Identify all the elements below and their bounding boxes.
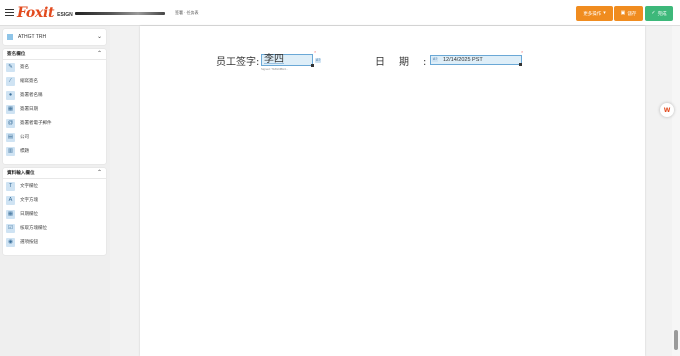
company-icon: ▤ — [6, 132, 15, 142]
save-icon: ▣ — [620, 10, 626, 16]
data-entry-fields-panel: 資料輸入欄位 ⌃ T 文字欄位 A 文字方塊 ▦ 日期欄位 ☑ 核取方塊欄位 ◉… — [3, 168, 106, 255]
save-button[interactable]: ▣ 儲存 — [614, 6, 643, 21]
field-label: 簽署者名稱 — [20, 92, 43, 97]
field-type-tag: A? — [432, 57, 439, 62]
data-panel-title: 資料輸入欄位 — [7, 170, 35, 175]
top-bar: Foxit ESIGN 签署 · 任务表 更多操作 ▾ ▣ 儲存 ✓ 完成 — [0, 0, 680, 26]
field-label: 文字欄位 — [20, 183, 38, 188]
signature-panel-header[interactable]: 簽名欄位 ⌃ — [3, 49, 106, 60]
document-page: 员工签字: 李四 A? × Signed: T4ZGNBH4... 日期: A?… — [140, 26, 645, 356]
logo: Foxit ESIGN — [17, 5, 73, 21]
field-label: 簽名 — [20, 64, 29, 69]
more-actions-button[interactable]: 更多操作 ▾ — [576, 6, 613, 21]
signature-caption: Signed: T4ZGNBH4... — [261, 67, 289, 71]
logo-text: Foxit — [17, 5, 55, 21]
date-value: 12/14/2025 PST — [443, 57, 483, 63]
delete-field-icon[interactable]: × — [314, 50, 316, 54]
chevron-up-icon: ⌃ — [96, 51, 102, 57]
resize-handle-icon[interactable] — [519, 63, 522, 66]
field-initials[interactable]: ⁄ 縮寫簽名 — [3, 74, 106, 88]
date-field-icon: ▦ — [6, 209, 15, 219]
calendar-icon: ▦ — [6, 104, 15, 114]
field-label: 簽署日期 — [20, 106, 38, 111]
field-signature[interactable]: ✎ 簽名 — [3, 60, 106, 74]
initials-icon: ⁄ — [6, 76, 15, 86]
field-label: 選項按鈕 — [20, 239, 38, 244]
done-label: 完成 — [657, 10, 667, 16]
title-icon: ▥ — [6, 146, 15, 156]
chevron-down-icon: ⌄ — [96, 34, 102, 40]
field-date[interactable]: ▦ 日期欄位 — [3, 207, 106, 221]
field-company[interactable]: ▤ 公司 — [3, 130, 106, 144]
field-text[interactable]: T 文字欄位 — [3, 179, 106, 193]
menu-icon[interactable] — [5, 9, 14, 16]
sidebar: ATHGT TRH ⌄ 簽名欄位 ⌃ ✎ 簽名 ⁄ 縮寫簽名 ● 簽署者名稱 ▦… — [0, 26, 110, 356]
signature-value: 李四 — [264, 54, 284, 65]
signature-field[interactable]: 李四 — [261, 54, 313, 66]
date-field[interactable]: A? 12/14/2025 PST — [430, 55, 522, 65]
radio-icon: ◉ — [6, 237, 15, 247]
person-icon: ● — [6, 90, 15, 100]
field-label: 日期欄位 — [20, 211, 38, 216]
resize-handle-icon[interactable] — [311, 64, 314, 67]
thumb-up-icon: ✓ — [651, 10, 656, 16]
field-label: 公司 — [20, 134, 29, 139]
recipient-color-swatch — [7, 34, 13, 40]
field-label: 核取方塊欄位 — [20, 225, 47, 230]
data-panel-header[interactable]: 資料輸入欄位 ⌃ — [3, 168, 106, 179]
done-button[interactable]: ✓ 完成 — [645, 6, 673, 21]
helper-logo-icon: W — [663, 106, 671, 114]
checkbox-icon: ☑ — [6, 223, 15, 233]
recipient-selector[interactable]: ATHGT TRH ⌄ — [3, 29, 106, 45]
field-type-tag: A? — [315, 58, 322, 63]
chevron-down-icon: ▾ — [603, 10, 606, 16]
field-title[interactable]: ▥ 標題 — [3, 144, 106, 158]
text-box-icon: A — [6, 195, 15, 205]
field-label: 標題 — [20, 148, 29, 153]
redacted-document-title — [75, 12, 165, 15]
employee-signature-label: 员工签字: — [216, 57, 260, 68]
pen-icon: ✎ — [6, 62, 15, 72]
at-icon: @ — [6, 118, 15, 128]
vertical-scrollbar[interactable] — [672, 26, 680, 356]
signature-panel-title: 簽名欄位 — [7, 51, 26, 56]
field-radio[interactable]: ◉ 選項按鈕 — [3, 235, 106, 249]
logo-suffix: ESIGN — [57, 12, 73, 18]
delete-field-icon[interactable]: × — [521, 50, 523, 54]
field-label: 縮寫簽名 — [20, 78, 38, 83]
scrollbar-thumb[interactable] — [674, 330, 678, 350]
save-label: 儲存 — [627, 10, 637, 16]
more-actions-label: 更多操作 — [583, 10, 602, 16]
recipient-name: ATHGT TRH — [18, 34, 47, 40]
signature-fields-panel: 簽名欄位 ⌃ ✎ 簽名 ⁄ 縮寫簽名 ● 簽署者名稱 ▦ 簽署日期 @ 簽署者電… — [3, 49, 106, 164]
floating-helper-button[interactable]: W — [660, 103, 674, 117]
field-signer-email[interactable]: @ 簽署者電子郵件 — [3, 116, 106, 130]
field-label: 簽署者電子郵件 — [20, 120, 52, 125]
field-sign-date[interactable]: ▦ 簽署日期 — [3, 102, 106, 116]
field-signer-name[interactable]: ● 簽署者名稱 — [3, 88, 106, 102]
chevron-up-icon: ⌃ — [96, 170, 102, 176]
field-checkbox[interactable]: ☑ 核取方塊欄位 — [3, 221, 106, 235]
text-field-icon: T — [6, 181, 15, 191]
field-text-box[interactable]: A 文字方塊 — [3, 193, 106, 207]
field-label: 文字方塊 — [20, 197, 38, 202]
document-name: 签署 · 任务表 — [175, 10, 199, 15]
